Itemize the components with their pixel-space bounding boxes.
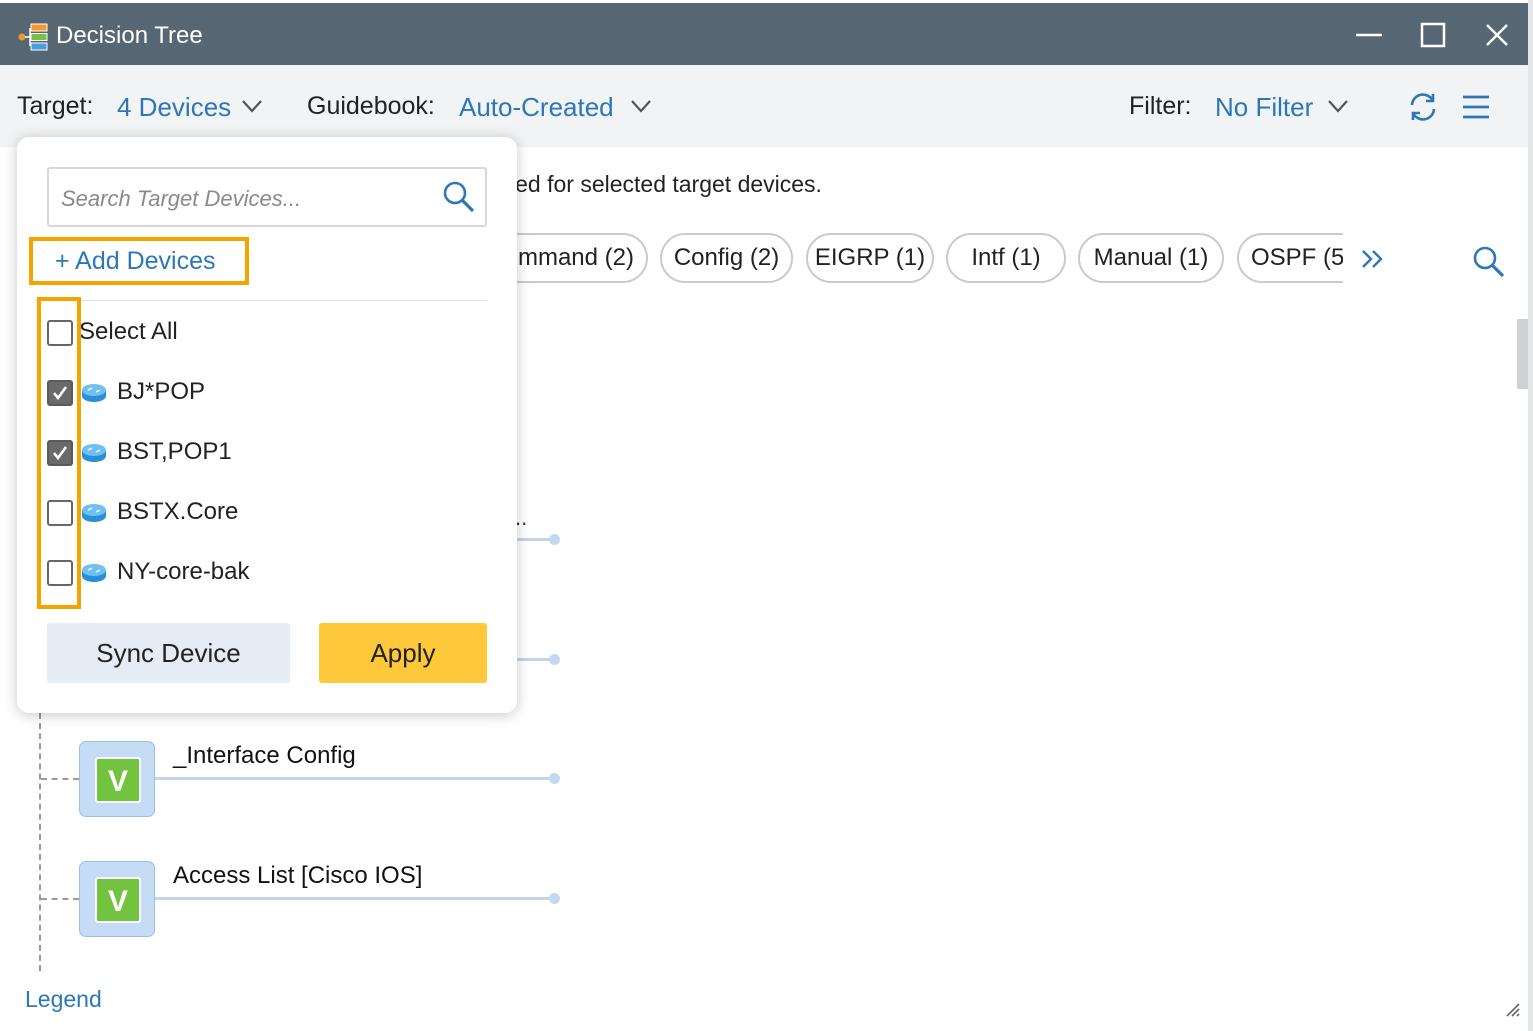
device-name: NY-core-bak xyxy=(117,558,250,585)
device-row[interactable]: BST,POP1 xyxy=(17,434,517,474)
target-devices-popup: + Add Devices Select All BJ*POP BST,POP1 xyxy=(17,137,517,713)
search-icon[interactable] xyxy=(441,179,477,215)
chevron-down-icon[interactable] xyxy=(241,97,263,115)
divider xyxy=(47,300,487,301)
category-chip[interactable]: Config (2) xyxy=(660,233,793,283)
device-name: BST,POP1 xyxy=(117,438,232,465)
connector-dot xyxy=(549,893,560,904)
category-chip[interactable]: Manual (1) xyxy=(1078,233,1224,283)
device-name: BSTX.Core xyxy=(117,498,239,525)
refresh-icon[interactable] xyxy=(1406,90,1440,124)
tree-connector xyxy=(155,897,554,900)
tree-spine xyxy=(39,713,41,971)
connector-dot xyxy=(549,773,560,784)
category-chip[interactable]: Intf (1) xyxy=(946,233,1066,283)
menu-icon[interactable] xyxy=(1461,93,1491,121)
node-label[interactable]: _Interface Config xyxy=(173,742,356,770)
select-all-label: Select All xyxy=(79,318,178,345)
legend-link[interactable]: Legend xyxy=(25,986,102,1013)
window-border xyxy=(1528,0,1533,1031)
node-icon[interactable]: V xyxy=(79,861,155,937)
checkbox-highlight-box xyxy=(37,297,81,609)
decision-tree-app-icon xyxy=(18,23,48,51)
maximize-icon[interactable] xyxy=(1415,17,1451,53)
toolbar: Target: 4 Devices Guidebook: Auto-Create… xyxy=(0,65,1528,147)
resize-grip-icon[interactable] xyxy=(1503,1000,1521,1018)
device-name: BJ*POP xyxy=(117,378,206,405)
node-label[interactable]: Access List [Cisco IOS] xyxy=(173,862,422,890)
scrollbar-thumb[interactable] xyxy=(1517,319,1528,389)
search-input[interactable] xyxy=(59,179,433,219)
router-icon xyxy=(82,564,106,582)
guidebook-label: Guidebook: xyxy=(307,92,435,120)
filter-dropdown[interactable]: No Filter xyxy=(1215,92,1313,123)
tree-connector xyxy=(512,538,554,541)
chevron-down-icon[interactable] xyxy=(630,97,652,115)
apply-button[interactable]: Apply xyxy=(319,623,487,683)
guidebook-dropdown[interactable]: Auto-Created xyxy=(459,92,614,123)
target-dropdown[interactable]: 4 Devices xyxy=(117,92,231,123)
category-chip[interactable]: EIGRP (1) xyxy=(806,233,934,283)
router-icon xyxy=(82,504,106,522)
router-icon xyxy=(82,384,106,402)
device-row[interactable]: BSTX.Core xyxy=(17,494,517,534)
double-chevron-right-icon[interactable] xyxy=(1360,248,1386,270)
search-box xyxy=(47,167,487,227)
chevron-down-icon[interactable] xyxy=(1327,97,1349,115)
connector-dot xyxy=(549,654,560,665)
sync-device-button[interactable]: Sync Device xyxy=(47,623,290,683)
hint-text: ied for selected target devices. xyxy=(510,171,822,197)
router-icon xyxy=(82,444,106,462)
filter-label: Filter: xyxy=(1129,92,1192,120)
category-chip[interactable]: mmand (2) xyxy=(498,233,648,283)
connector-dot xyxy=(549,534,560,545)
tree-branch xyxy=(41,898,79,900)
target-label: Target: xyxy=(17,92,94,120)
select-all-row[interactable]: Select All xyxy=(17,314,517,354)
validation-badge: V xyxy=(95,877,141,923)
minimize-icon[interactable] xyxy=(1351,17,1387,53)
category-chip[interactable]: OSPF (5) xyxy=(1237,233,1343,283)
validation-badge: V xyxy=(95,757,141,803)
device-row[interactable]: BJ*POP xyxy=(17,374,517,414)
close-icon[interactable] xyxy=(1479,17,1515,53)
window-title: Decision Tree xyxy=(56,22,203,49)
add-devices-button[interactable]: + Add Devices xyxy=(29,237,249,285)
node-icon[interactable]: V xyxy=(79,741,155,817)
title-bar: Decision Tree xyxy=(0,3,1528,65)
device-row[interactable]: NY-core-bak xyxy=(17,554,517,594)
tree-branch xyxy=(41,778,79,780)
tree-connector xyxy=(512,658,554,661)
tree-connector xyxy=(155,777,554,780)
search-icon[interactable] xyxy=(1471,244,1507,280)
